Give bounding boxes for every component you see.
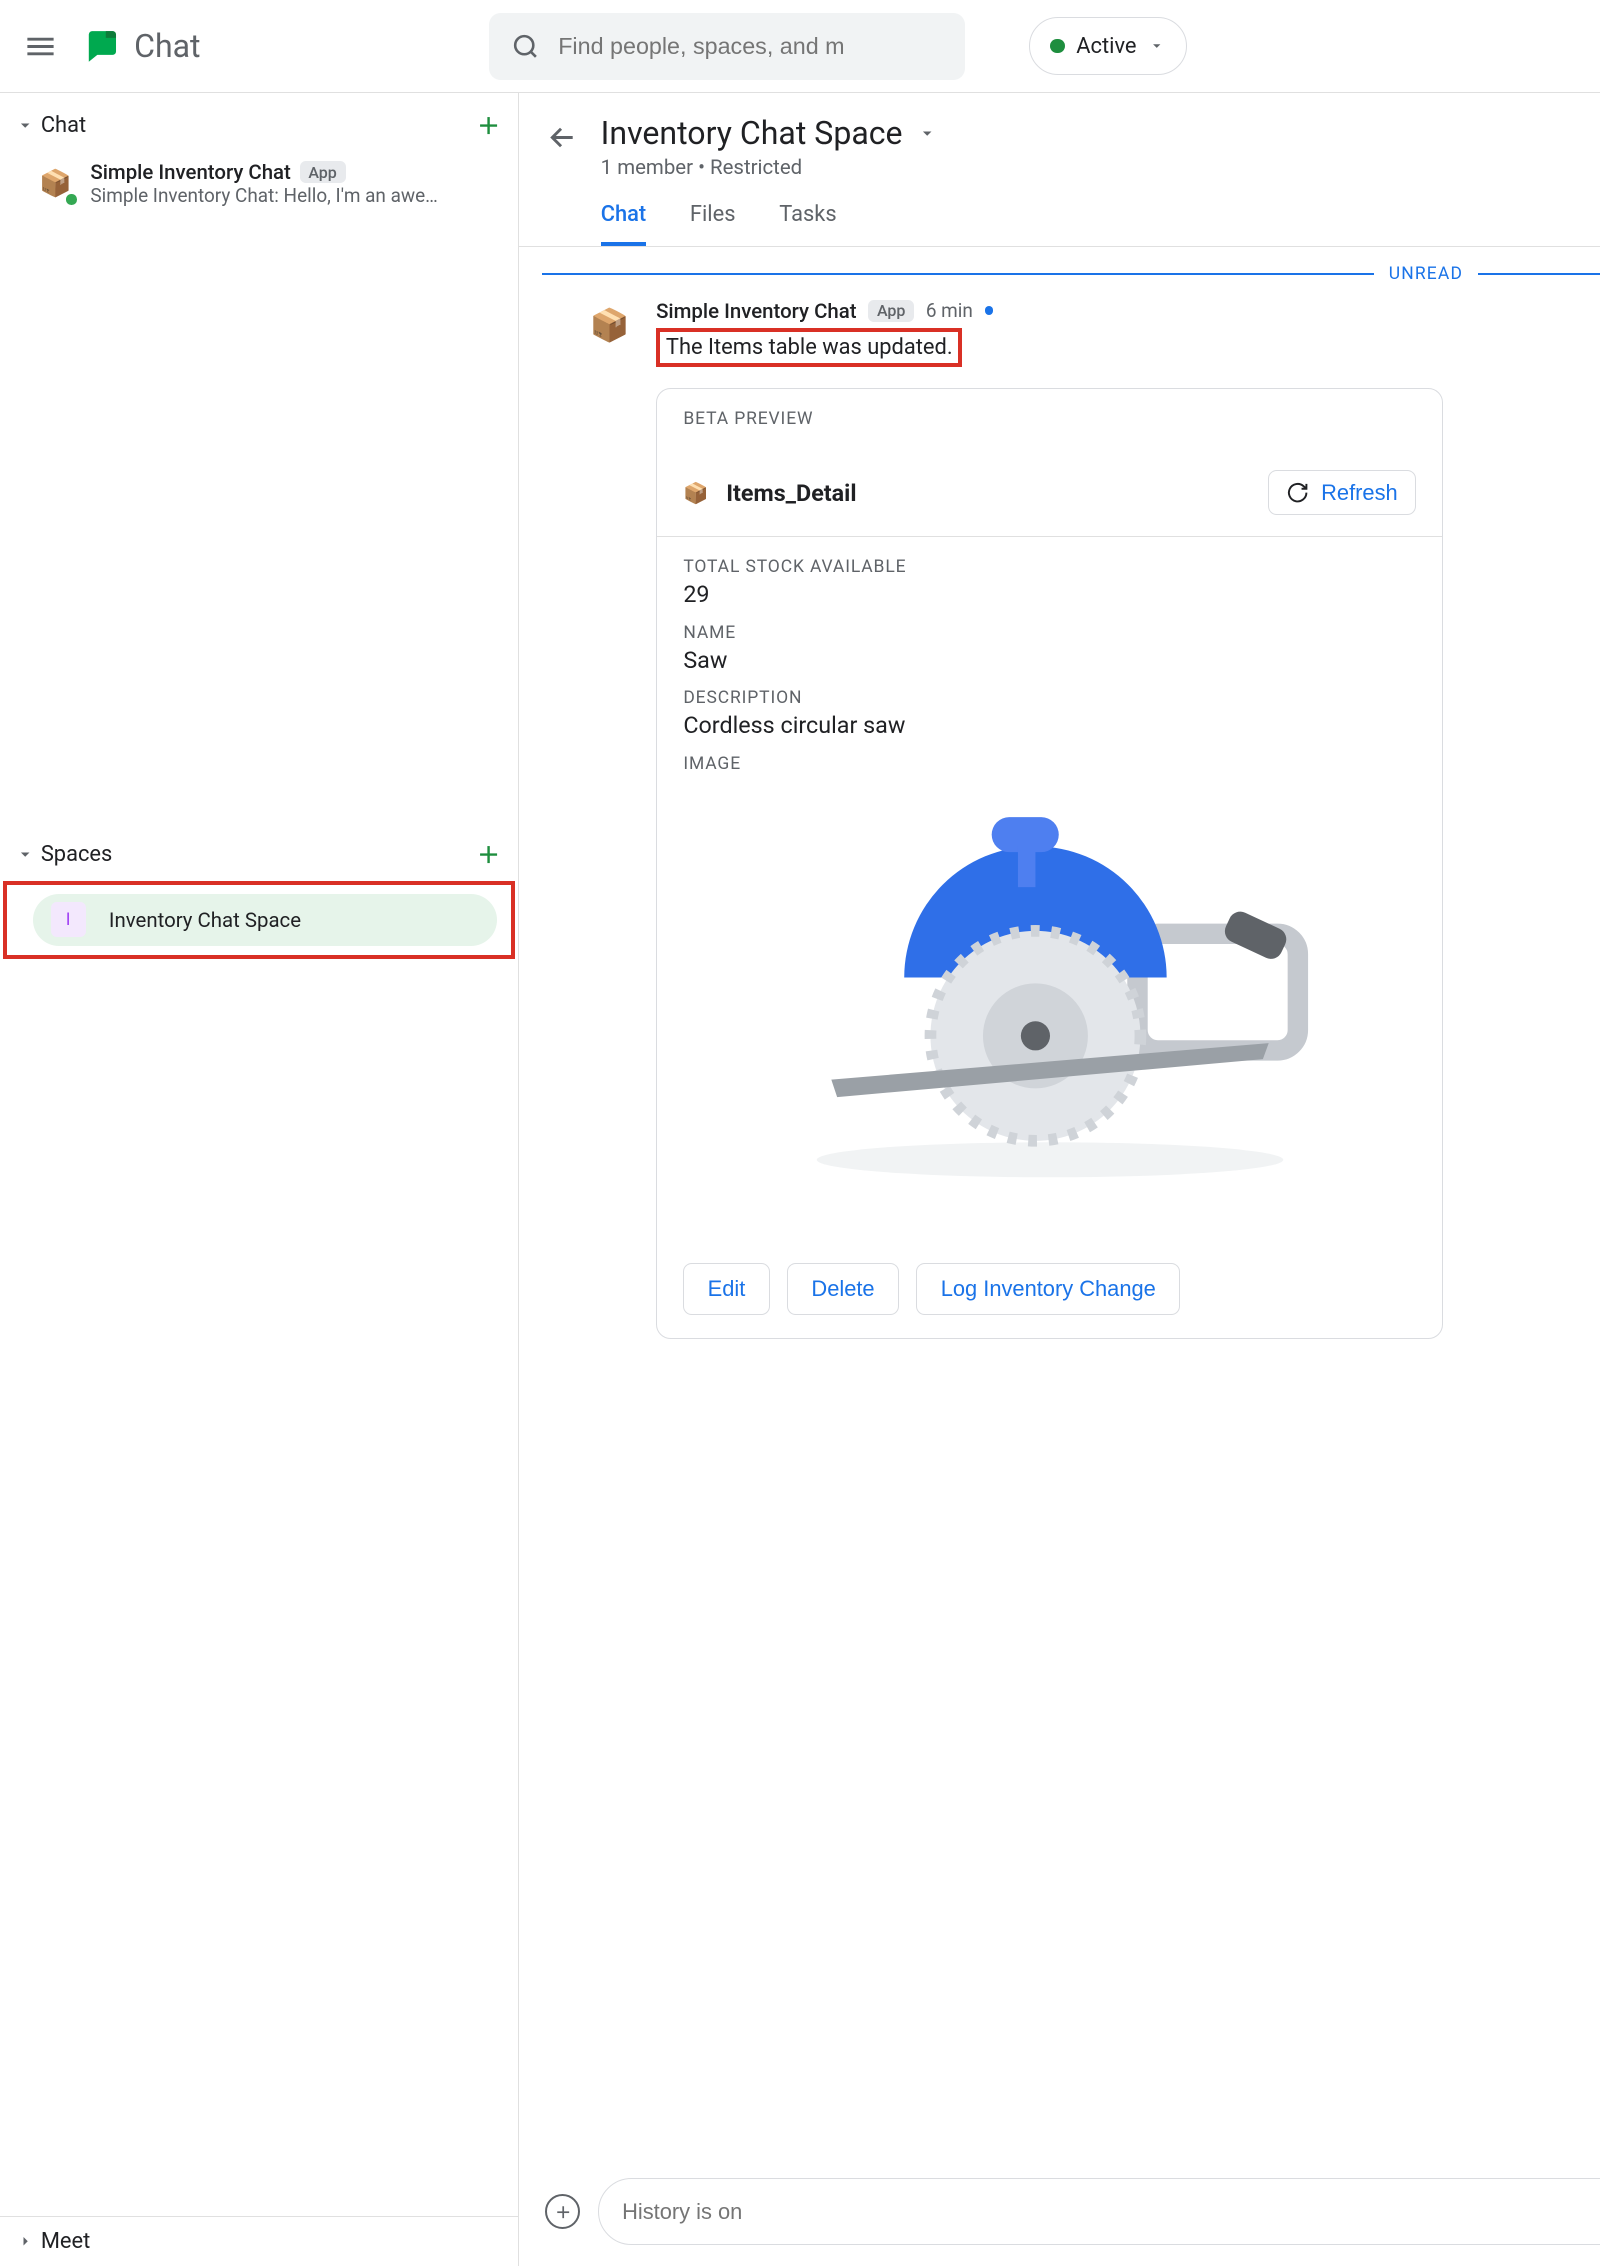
status-active-dot [1050, 39, 1065, 54]
card-actions: Edit Delete Log Inventory Change [657, 1246, 1442, 1338]
unread-separator: UNREAD [542, 264, 1600, 284]
chat-app-avatar: 📦 [35, 163, 76, 204]
message-time: 6 min [926, 299, 973, 322]
space-header: Inventory Chat Space 1 member • Restrict… [519, 93, 1600, 178]
section-meet-label: Meet [41, 2229, 90, 2254]
sidebar-space-item[interactable]: I Inventory Chat Space [33, 894, 496, 946]
tab-tasks[interactable]: Tasks [779, 193, 836, 245]
section-meet-header[interactable]: Meet [0, 2216, 518, 2265]
space-item-title: Inventory Chat Space [109, 908, 301, 932]
status-label: Active [1076, 34, 1136, 59]
space-title: Inventory Chat Space [601, 114, 903, 152]
app-badge: App [868, 300, 914, 322]
section-spaces-label: Spaces [41, 842, 112, 867]
menu-icon[interactable] [23, 29, 58, 64]
chat-item-title: Simple Inventory Chat [90, 160, 290, 184]
app-logo[interactable]: Chat [82, 26, 201, 67]
search-icon [510, 29, 541, 64]
tab-files[interactable]: Files [690, 193, 736, 245]
field-desc-value: Cordless circular saw [683, 711, 1416, 739]
plus-icon [553, 2202, 573, 2222]
card-title: Items_Detail [726, 479, 856, 507]
presence-dot [64, 192, 79, 207]
main-pane: Inventory Chat Space 1 member • Restrict… [519, 93, 1600, 2265]
topbar: Chat Active Google [0, 0, 1600, 93]
section-chat-header[interactable]: Chat [0, 99, 518, 151]
tab-chat[interactable]: Chat [601, 193, 646, 245]
caret-right-icon [15, 2231, 35, 2251]
chevron-down-icon[interactable] [917, 123, 937, 143]
message: 📦 Simple Inventory Chat App 6 min The It… [519, 299, 1600, 1354]
section-chat-label: Chat [41, 113, 86, 138]
status-button[interactable]: Active [1029, 17, 1187, 75]
space-avatar: I [51, 902, 86, 937]
app-badge: App [300, 161, 346, 183]
message-avatar: 📦 [583, 299, 635, 351]
card-image [683, 774, 1416, 1226]
add-space-icon[interactable] [474, 840, 503, 869]
field-stock-value: 29 [683, 580, 1416, 608]
unread-label: UNREAD [1389, 264, 1463, 284]
sidebar: Chat 📦 Simple Inventory Chat App Simple … [0, 93, 519, 2265]
chat-logo-icon [82, 26, 123, 67]
composer-input[interactable] [622, 2199, 1600, 2225]
chevron-down-icon [1148, 37, 1165, 54]
message-text: The Items table was updated. [666, 335, 953, 360]
app-card: BETA PREVIEW 📦 Items_Detail Refresh TOTA… [656, 388, 1443, 1339]
search-input[interactable] [558, 33, 944, 60]
chat-item-preview: Simple Inventory Chat: Hello, I'm an awe… [90, 184, 469, 207]
field-name-label: NAME [683, 623, 1416, 643]
composer[interactable]: GIF [598, 2178, 1600, 2245]
box-icon: 📦 [683, 481, 708, 505]
compose-add-button[interactable] [545, 2194, 580, 2229]
unread-dot-icon [985, 306, 994, 315]
message-sender: Simple Inventory Chat [656, 299, 856, 323]
refresh-icon [1286, 481, 1309, 504]
refresh-label: Refresh [1321, 480, 1398, 506]
highlighted-space-wrapper: I Inventory Chat Space [3, 881, 515, 959]
composer-row: GIF [519, 2158, 1600, 2266]
card-beta-label: BETA PREVIEW [683, 409, 1416, 429]
back-arrow-icon[interactable] [545, 120, 580, 155]
sidebar-chat-item[interactable]: 📦 Simple Inventory Chat App Simple Inven… [0, 152, 518, 216]
card-title-row: 📦 Items_Detail Refresh [657, 449, 1442, 536]
field-name-value: Saw [683, 646, 1416, 674]
saw-illustration-icon [773, 788, 1327, 1196]
card-fields: TOTAL STOCK AVAILABLE 29 NAME Saw DESCRI… [657, 537, 1442, 1246]
space-tabs: Chat Files Tasks [519, 179, 1600, 247]
refresh-button[interactable]: Refresh [1268, 470, 1416, 515]
search-box[interactable] [489, 13, 964, 80]
caret-down-icon [15, 115, 35, 135]
app-name: Chat [134, 27, 200, 65]
section-spaces-header[interactable]: Spaces [0, 828, 518, 880]
add-chat-icon[interactable] [474, 111, 503, 140]
card-beta-section: BETA PREVIEW [657, 389, 1442, 450]
edit-button[interactable]: Edit [683, 1263, 769, 1314]
caret-down-icon [15, 844, 35, 864]
space-subtitle: 1 member • Restricted [601, 155, 938, 179]
log-change-button[interactable]: Log Inventory Change [916, 1263, 1180, 1314]
field-desc-label: DESCRIPTION [683, 688, 1416, 708]
field-stock-label: TOTAL STOCK AVAILABLE [683, 557, 1416, 577]
delete-button[interactable]: Delete [787, 1263, 899, 1314]
field-image-label: IMAGE [683, 754, 1416, 774]
highlighted-message-text: The Items table was updated. [656, 328, 962, 367]
